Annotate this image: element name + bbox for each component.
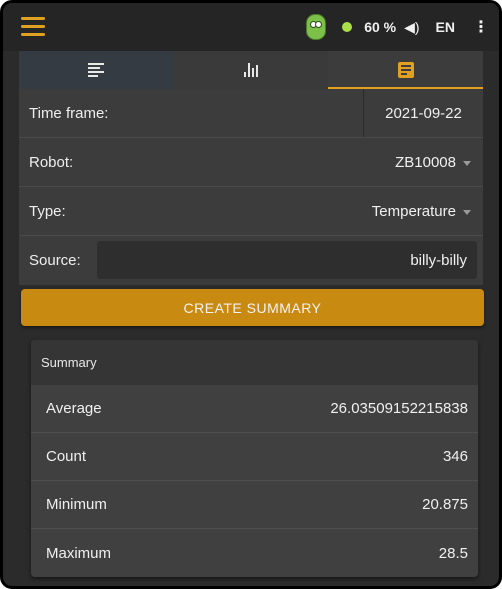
app-frame: 60 % ◀) EN ⋮ Time frame: 2021-09-22 Robo…	[0, 0, 502, 589]
summary-value: 28.5	[438, 544, 468, 562]
source-row: Source:	[19, 236, 483, 285]
connection-status-icon	[342, 22, 353, 32]
bar-chart-icon	[244, 63, 258, 77]
type-select-value: Temperature	[371, 202, 456, 220]
robot-select[interactable]: ZB10008	[395, 138, 483, 186]
type-label: Type:	[29, 202, 66, 220]
speaker-icon[interactable]: ◀)	[404, 19, 419, 36]
source-label: Source:	[29, 252, 81, 269]
document-icon	[397, 62, 414, 78]
tab-chart[interactable]	[174, 51, 329, 89]
summary-card: Summary Average 26.03509152215838 Count …	[31, 340, 478, 577]
time-frame-row: Time frame: 2021-09-22	[19, 89, 483, 138]
summary-value: 26.03509152215838	[330, 400, 468, 417]
hamburger-menu-icon[interactable]	[21, 17, 45, 37]
summary-title: Summary	[31, 340, 478, 385]
summary-value: 20.875	[422, 496, 468, 513]
tab-bar	[19, 51, 484, 89]
robot-label: Robot:	[29, 153, 74, 171]
summary-row-count: Count 346	[31, 433, 478, 481]
chevron-down-icon	[463, 160, 471, 166]
summary-label: Count	[46, 448, 87, 465]
summary-value: 346	[442, 448, 468, 465]
source-input[interactable]	[97, 241, 477, 279]
robot-select-value: ZB10008	[395, 153, 456, 171]
tab-summary[interactable]	[328, 51, 484, 89]
summary-row-minimum: Minimum 20.875	[31, 481, 478, 529]
list-icon	[88, 61, 105, 79]
type-row: Type: Temperature	[19, 187, 483, 236]
summary-label: Minimum	[46, 496, 107, 513]
time-frame-picker[interactable]: 2021-09-22	[363, 89, 483, 137]
create-summary-button[interactable]: CREATE SUMMARY	[21, 289, 484, 326]
summary-label: Average	[46, 400, 102, 417]
summary-label: Maximum	[46, 544, 112, 562]
summary-row-average: Average 26.03509152215838	[31, 385, 478, 433]
battery-level: 60 %	[364, 19, 397, 35]
summary-row-maximum: Maximum 28.5	[31, 529, 478, 577]
robot-row: Robot: ZB10008	[19, 138, 483, 187]
app-bar: 60 % ◀) EN ⋮	[3, 3, 499, 51]
tab-list[interactable]	[19, 51, 174, 89]
language-selector[interactable]: EN	[436, 19, 455, 35]
robot-avatar-icon[interactable]	[306, 14, 327, 40]
type-select[interactable]: Temperature	[372, 187, 483, 235]
app-bar-status: 60 % ◀) EN ⋮	[306, 3, 499, 51]
time-frame-label: Time frame:	[29, 104, 109, 122]
summary-form: Time frame: 2021-09-22 Robot: ZB10008 Ty…	[19, 89, 483, 285]
chevron-down-icon	[463, 209, 471, 215]
more-options-icon[interactable]: ⋮	[473, 17, 489, 37]
